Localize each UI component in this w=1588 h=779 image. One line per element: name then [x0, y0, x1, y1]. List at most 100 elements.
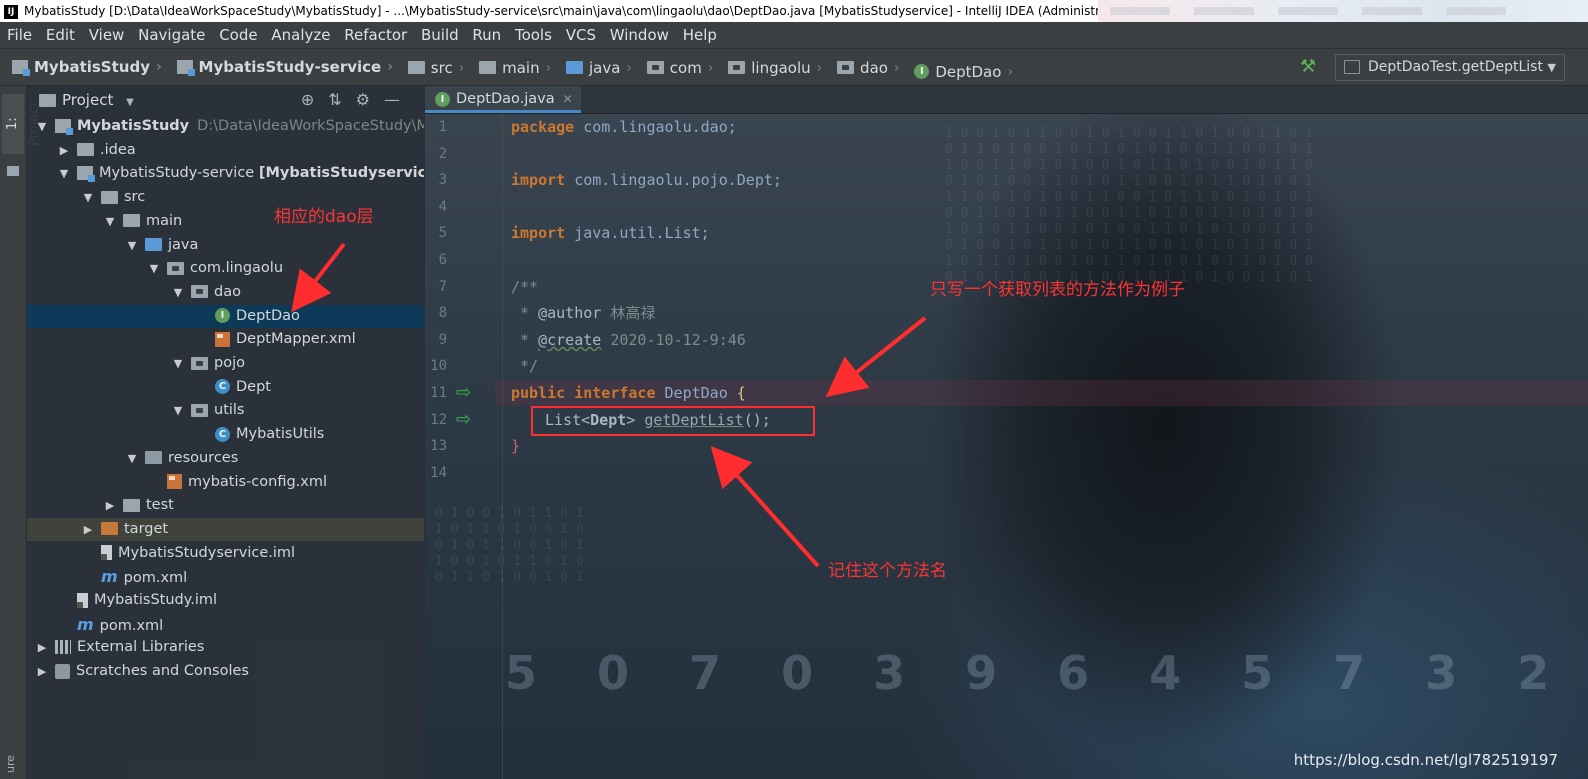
tree-item-mybatis-config-xml[interactable]: mybatis-config.xml — [27, 471, 424, 494]
window-title: MybatisStudy [D:\Data\IdeaWorkSpaceStudy… — [24, 4, 1130, 18]
collapse-arrow-icon[interactable]: ▶ — [35, 660, 49, 683]
locate-icon[interactable]: ⊕ — [301, 90, 328, 109]
collapse-arrow-icon[interactable]: ▶ — [57, 139, 71, 162]
tool-window-tab-project[interactable]: 1: Project — [2, 94, 42, 154]
line-number: 14 — [430, 464, 447, 481]
expand-arrow-icon[interactable]: ▼ — [125, 234, 139, 257]
expand-arrow-icon[interactable]: ▼ — [147, 257, 161, 280]
folder-icon — [123, 214, 140, 228]
project-panel-title[interactable]: Project — [62, 91, 113, 109]
close-icon[interactable]: ✕ — [563, 92, 573, 106]
tree-item-pom-xml[interactable]: m pom.xml — [27, 565, 424, 588]
tree-item--idea[interactable]: ▶ .idea — [27, 139, 424, 162]
tab-deptdao-java[interactable]: I DeptDao.java ✕ — [425, 86, 581, 113]
tree-item-external-libraries[interactable]: ▶ External Libraries — [27, 636, 424, 659]
tree-item-pojo[interactable]: ▼ pojo — [27, 352, 424, 375]
expand-arrow-icon[interactable]: ▼ — [171, 281, 185, 304]
chevron-right-icon: › — [707, 59, 714, 76]
chevron-right-icon: › — [816, 59, 823, 76]
tree-item-mybatisstudy-iml[interactable]: MybatisStudy.iml — [27, 589, 424, 612]
line-number: 4 — [438, 198, 447, 215]
editor-gutter: 1 2 3 4 5 6 7 8 9 10 11 12 13 14 ⇨ ⇨ — [425, 114, 495, 779]
class-icon: C — [215, 426, 230, 442]
xml-file-icon — [167, 474, 182, 489]
folder-icon — [101, 190, 118, 204]
menu-tools[interactable]: Tools — [515, 26, 554, 44]
tab-label: DeptDao.java — [456, 91, 555, 107]
tree-item-com-lingaolu[interactable]: ▼ com.lingaolu — [27, 257, 424, 280]
tool-window-tab-structure[interactable]: ure — [4, 755, 17, 773]
tree-item-label: MybatisUtils — [236, 426, 325, 443]
tree-item-mybatisstudyservice-iml[interactable]: MybatisStudyservice.iml — [27, 542, 424, 565]
menu-edit[interactable]: Edit — [46, 26, 77, 44]
breadcrumb-item[interactable]: lingaolu › — [728, 50, 828, 86]
implemented-arrow-icon[interactable]: ⇨ — [456, 407, 471, 433]
breadcrumb-item[interactable]: com › — [646, 50, 720, 86]
implemented-arrow-icon[interactable]: ⇨ — [456, 380, 471, 406]
collapse-arrow-icon[interactable]: ▶ — [103, 494, 117, 517]
navigation-bar: MybatisStudy › MybatisStudy-service › src ›… — [0, 49, 1588, 86]
tree-item-test[interactable]: ▶ test — [27, 494, 424, 517]
menu-file[interactable]: File — [7, 26, 34, 44]
code-line-3: import com.lingaolu.pojo.Dept; — [511, 171, 782, 190]
expand-arrow-icon[interactable]: ▼ — [103, 210, 117, 233]
breadcrumb-item[interactable]: dao › — [837, 50, 906, 86]
line-number: 10 — [430, 358, 447, 375]
breadcrumb-item[interactable]: MybatisStudy › — [12, 49, 168, 85]
menu-vcs[interactable]: VCS — [566, 26, 598, 44]
tree-item-mybatisutils[interactable]: C MybatisUtils — [27, 423, 424, 446]
tree-item-target[interactable]: ▶ target — [27, 517, 424, 541]
collapse-all-icon[interactable]: ⇅ — [328, 90, 355, 109]
line-number: 12 — [430, 411, 447, 428]
breadcrumb-item[interactable]: src › — [407, 50, 471, 86]
expand-arrow-icon[interactable]: ▼ — [171, 352, 185, 375]
menu-help[interactable]: Help — [683, 26, 719, 44]
menu-view[interactable]: View — [89, 26, 127, 44]
chevron-down-icon[interactable]: ▼ — [126, 97, 134, 108]
tree-item-deptmapper-xml[interactable]: DeptMapper.xml — [27, 328, 424, 351]
tree-item-mybatisstudy[interactable]: ▼ MybatisStudy D:\Data\IdeaWorkSpaceStudy\… — [27, 115, 424, 138]
folder-icon — [123, 498, 140, 512]
gear-icon[interactable]: ⚙ — [356, 90, 384, 109]
collapse-arrow-icon[interactable]: ▶ — [81, 518, 95, 541]
menu-refactor[interactable]: Refactor — [344, 26, 409, 44]
minimize-icon[interactable]: — — [384, 90, 414, 109]
menu-analyze[interactable]: Analyze — [271, 26, 332, 44]
breadcrumb-item[interactable]: java › — [565, 50, 638, 86]
tree-item-scratches-and-consoles[interactable]: ▶ Scratches and Consoles — [27, 660, 424, 683]
tree-item-deptdao[interactable]: I DeptDao — [27, 304, 424, 328]
module-icon — [77, 166, 95, 183]
tree-item-java[interactable]: ▼ java — [27, 234, 424, 257]
menu-window[interactable]: Window — [610, 26, 671, 44]
expand-arrow-icon[interactable]: ▼ — [35, 115, 49, 138]
module-icon — [12, 60, 30, 76]
menu-code[interactable]: Code — [219, 26, 259, 44]
menu-build[interactable]: Build — [421, 26, 461, 44]
expand-arrow-icon[interactable]: ▼ — [57, 162, 71, 185]
breadcrumb-item[interactable]: MybatisStudy-service › — [176, 49, 399, 85]
tree-item-pom-xml[interactable]: m pom.xml — [27, 613, 424, 636]
tree-item-resources[interactable]: ▼ resources — [27, 447, 424, 470]
tree-item-dept[interactable]: C Dept — [27, 376, 424, 399]
tree-item-label: src — [124, 189, 146, 206]
build-hammer-icon[interactable]: ⚒ — [1300, 56, 1316, 77]
expand-arrow-icon[interactable]: ▼ — [125, 447, 139, 470]
line-number: 2 — [438, 145, 447, 162]
code-line-8: * @author 林高禄 — [511, 304, 656, 323]
tree-item-utils[interactable]: ▼ utils — [27, 399, 424, 422]
breadcrumb-item[interactable]: main › — [479, 50, 557, 86]
menu-navigate[interactable]: Navigate — [138, 26, 207, 44]
tree-item-dao[interactable]: ▼ dao — [27, 281, 424, 304]
breadcrumb-item[interactable]: I DeptDao › — [914, 54, 1019, 90]
chevron-right-icon: › — [155, 59, 162, 75]
run-configuration-select[interactable]: DeptDaoTest.getDeptList ▼ — [1335, 54, 1565, 81]
maven-icon: m — [77, 614, 94, 634]
line-number: 8 — [438, 305, 447, 322]
line-number: 1 — [438, 119, 447, 135]
tree-item-mybatisstudy-service[interactable]: ▼ MybatisStudy-service [MybatisStudyservi… — [27, 162, 424, 185]
collapse-arrow-icon[interactable]: ▶ — [35, 636, 49, 659]
expand-arrow-icon[interactable]: ▼ — [171, 399, 185, 422]
menu-bar: File Edit View Navigate Code Analyze Ref… — [0, 22, 1588, 48]
menu-run[interactable]: Run — [472, 26, 503, 44]
expand-arrow-icon[interactable]: ▼ — [81, 186, 95, 209]
